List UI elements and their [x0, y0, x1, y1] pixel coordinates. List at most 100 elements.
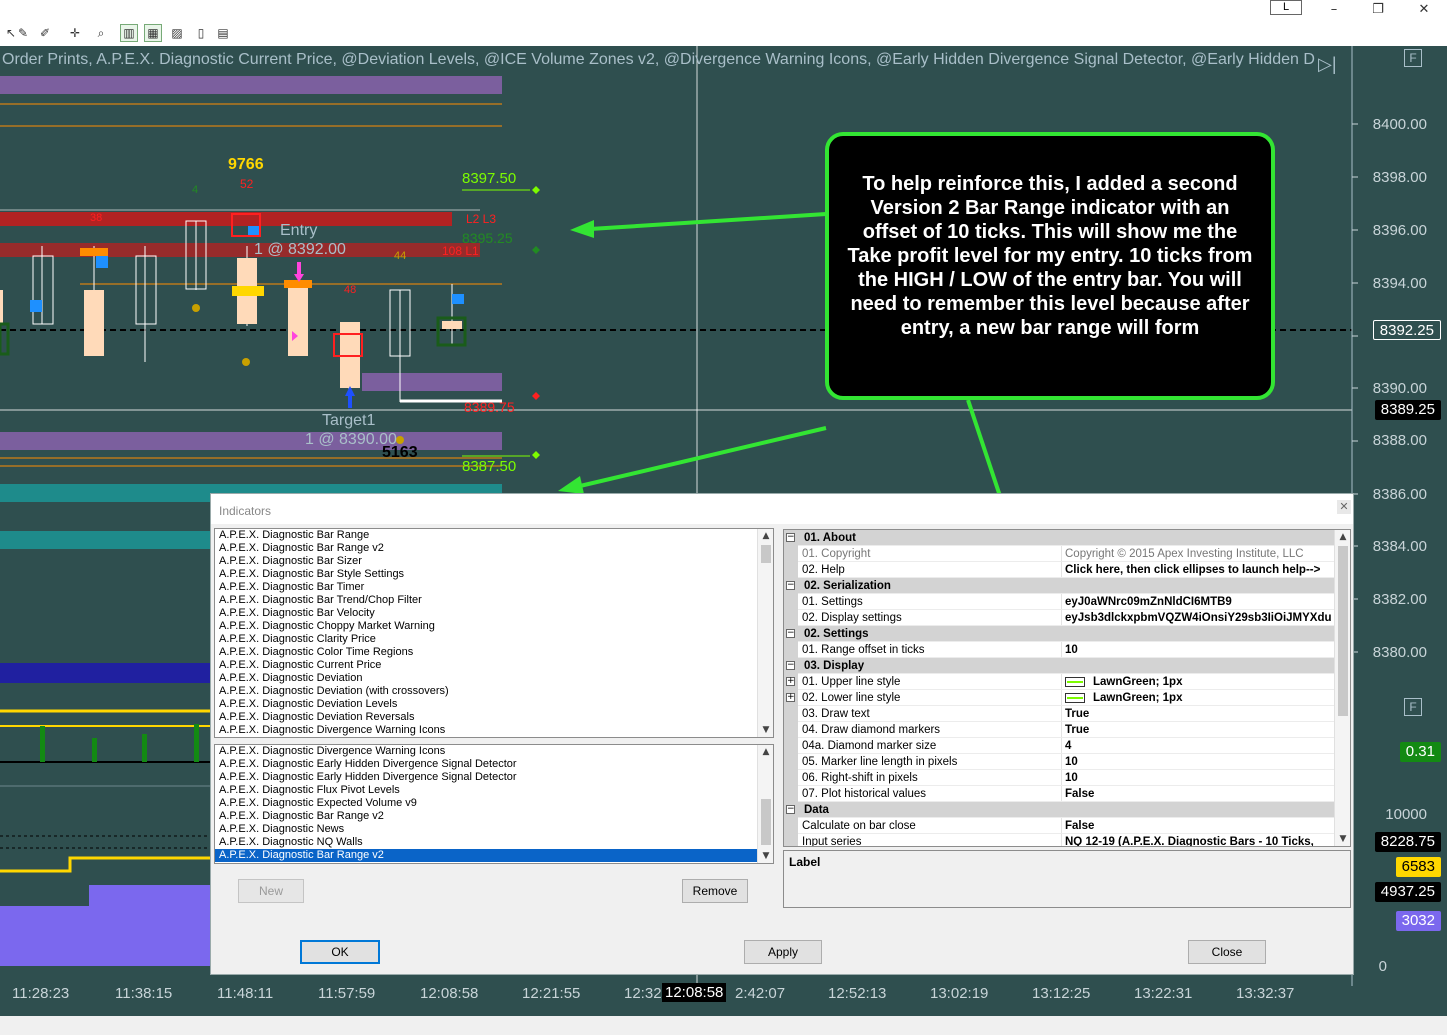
panel-float-button[interactable]: F — [1404, 49, 1422, 67]
property-value[interactable]: 10 — [1061, 770, 1336, 786]
property-row[interactable]: 06. Right-shift in pixels 10 — [784, 770, 1336, 786]
property-value[interactable]: 4 — [1061, 738, 1336, 754]
available-indicator-item[interactable]: A.P.E.X. Diagnostic Clarity Price — [215, 633, 773, 646]
collapse-icon[interactable]: − — [786, 629, 795, 638]
applied-indicator-item[interactable]: A.P.E.X. Diagnostic News — [215, 823, 773, 836]
collapse-icon[interactable]: − — [786, 661, 795, 670]
property-row[interactable]: 04a. Diamond marker size 4 — [784, 738, 1336, 754]
scroll-up-icon[interactable]: ▲ — [758, 529, 773, 543]
scroll-down-icon[interactable]: ▼ — [758, 849, 773, 863]
property-row[interactable]: 03. Draw text True — [784, 706, 1336, 722]
layout-button[interactable]: L — [1270, 0, 1302, 15]
available-indicator-item[interactable]: A.P.E.X. Diagnostic Color Time Regions — [215, 646, 773, 659]
property-value[interactable]: False — [1061, 786, 1336, 802]
applied-indicators-list[interactable]: A.P.E.X. Diagnostic Divergence Warning I… — [214, 744, 774, 864]
available-list-scrollbar[interactable]: ▲ ▼ — [757, 529, 773, 737]
scroll-up-icon[interactable]: ▲ — [758, 745, 773, 759]
scroll-up-icon[interactable]: ▲ — [1335, 530, 1350, 544]
property-row[interactable]: +02. Lower line style LawnGreen; 1px — [784, 690, 1336, 706]
pen-tool-icon[interactable]: ✎ — [14, 24, 32, 42]
property-row[interactable]: 01. Settings eyJ0aWNrc09mZnNldCI6MTB9 — [784, 594, 1336, 610]
data-box-icon[interactable]: ▯ — [192, 24, 210, 42]
available-indicator-item[interactable]: A.P.E.X. Diagnostic Deviation Reversals — [215, 711, 773, 724]
applied-indicator-item[interactable]: A.P.E.X. Diagnostic NQ Walls — [215, 836, 773, 849]
available-indicator-item[interactable]: A.P.E.X. Diagnostic Deviation — [215, 672, 773, 685]
collapse-icon[interactable]: − — [786, 805, 795, 814]
collapse-icon[interactable]: − — [786, 581, 795, 590]
property-row[interactable]: 02. Help Click here, then click ellipses … — [784, 562, 1336, 578]
property-row[interactable]: 04. Draw diamond markers True — [784, 722, 1336, 738]
property-value[interactable]: Copyright © 2015 Apex Investing Institut… — [1061, 546, 1336, 562]
available-indicator-item[interactable]: A.P.E.X. Diagnostic Bar Trend/Chop Filte… — [215, 594, 773, 607]
strategies-icon[interactable]: ▨ — [168, 24, 186, 42]
property-row[interactable]: 02. Display settings eyJsb3dlckxpbmVQZW4i… — [784, 610, 1336, 626]
property-row[interactable]: 05. Marker line length in pixels 10 — [784, 754, 1336, 770]
scroll-right-icon[interactable]: ▷| — [1318, 54, 1337, 75]
panel-float-button[interactable]: F — [1404, 698, 1422, 716]
minimize-icon[interactable]: – — [1311, 0, 1357, 18]
property-value[interactable]: 10 — [1061, 642, 1336, 658]
dialog-close-icon[interactable]: ✕ — [1337, 500, 1351, 514]
property-value[interactable]: 10 — [1061, 754, 1336, 770]
expand-icon[interactable]: + — [786, 693, 795, 702]
property-row[interactable]: 07. Plot historical values False — [784, 786, 1336, 802]
property-value[interactable]: eyJsb3dlckxpbmVQZW4iOnsiY29sb3IiOiJMYXdu — [1061, 610, 1336, 626]
properties-icon[interactable]: ▤ — [214, 24, 232, 42]
property-value[interactable]: NQ 12-19 (A.P.E.X. Diagnostic Bars - 10 … — [1061, 834, 1336, 846]
property-row[interactable]: 01. Copyright Copyright © 2015 Apex Inves… — [784, 546, 1336, 562]
new-button[interactable]: New — [238, 879, 304, 903]
applied-list-scrollbar[interactable]: ▲ ▼ — [757, 745, 773, 863]
scroll-down-icon[interactable]: ▼ — [758, 723, 773, 737]
restore-icon[interactable]: ❐ — [1355, 0, 1401, 18]
property-value[interactable]: Click here, then click ellipses to launc… — [1061, 562, 1336, 578]
applied-indicator-item[interactable]: A.P.E.X. Diagnostic Flux Pivot Levels — [215, 784, 773, 797]
available-indicator-item[interactable]: A.P.E.X. Diagnostic Bar Sizer — [215, 555, 773, 568]
property-category[interactable]: −02. Settings — [784, 626, 1336, 642]
ruler-tool-icon[interactable]: ✐ — [36, 24, 54, 42]
available-indicator-item[interactable]: A.P.E.X. Diagnostic Choppy Market Warnin… — [215, 620, 773, 633]
property-value[interactable]: LawnGreen; 1px — [1061, 690, 1336, 706]
property-value[interactable]: eyJ0aWNrc09mZnNldCI6MTB9 — [1061, 594, 1336, 610]
property-value[interactable]: False — [1061, 818, 1336, 834]
available-indicator-item[interactable]: A.P.E.X. Diagnostic Deviation Levels — [215, 698, 773, 711]
crosshair-icon[interactable]: ✛ — [66, 24, 84, 42]
property-grid-scrollbar[interactable]: ▲ ▼ — [1334, 530, 1350, 846]
bar-type-icon[interactable]: ▥ — [120, 24, 138, 42]
available-indicator-item[interactable]: A.P.E.X. Diagnostic Bar Timer — [215, 581, 773, 594]
applied-indicator-item[interactable]: A.P.E.X. Diagnostic Early Hidden Diverge… — [215, 758, 773, 771]
property-category[interactable]: − Data — [784, 802, 1336, 818]
available-indicator-item[interactable]: A.P.E.X. Diagnostic Current Price — [215, 659, 773, 672]
scroll-down-icon[interactable]: ▼ — [1335, 832, 1350, 846]
available-indicator-item[interactable]: A.P.E.X. Diagnostic Bar Range — [215, 529, 773, 542]
apply-button[interactable]: Apply — [744, 940, 822, 964]
applied-indicator-item[interactable]: A.P.E.X. Diagnostic Bar Range v2 — [215, 849, 773, 862]
property-grid[interactable]: −01. About 01. Copyright Copyright © 2015 … — [783, 529, 1351, 847]
close-button[interactable]: Close — [1188, 940, 1266, 964]
available-indicator-item[interactable]: A.P.E.X. Diagnostic Divergence Warning I… — [215, 724, 773, 737]
property-value[interactable]: LawnGreen; 1px — [1061, 674, 1336, 690]
available-indicator-item[interactable]: A.P.E.X. Diagnostic Bar Style Settings — [215, 568, 773, 581]
ok-button[interactable]: OK — [300, 940, 380, 964]
available-indicator-item[interactable]: A.P.E.X. Diagnostic Bar Range v2 — [215, 542, 773, 555]
applied-indicator-item[interactable]: A.P.E.X. Diagnostic Bar Range v2 — [215, 810, 773, 823]
zoom-icon[interactable]: ⌕ — [92, 24, 110, 42]
property-value[interactable]: True — [1061, 706, 1336, 722]
available-indicator-item[interactable]: A.P.E.X. Diagnostic Deviation (with cros… — [215, 685, 773, 698]
property-row[interactable]: Input series NQ 12-19 (A.P.E.X. Diagnosti… — [784, 834, 1336, 846]
close-icon[interactable]: ✕ — [1401, 0, 1447, 18]
applied-indicator-item[interactable]: A.P.E.X. Diagnostic Divergence Warning I… — [215, 745, 773, 758]
property-category[interactable]: −01. About — [784, 530, 1336, 546]
property-category[interactable]: −02. Serialization — [784, 578, 1336, 594]
indicators-icon[interactable]: ▦ — [144, 24, 162, 42]
property-category[interactable]: −03. Display — [784, 658, 1336, 674]
expand-icon[interactable]: + — [786, 677, 795, 686]
applied-indicator-item[interactable]: A.P.E.X. Diagnostic Expected Volume v9 — [215, 797, 773, 810]
property-row[interactable]: +01. Upper line style LawnGreen; 1px — [784, 674, 1336, 690]
remove-button[interactable]: Remove — [682, 879, 748, 903]
collapse-icon[interactable]: − — [786, 533, 795, 542]
applied-indicator-item[interactable]: A.P.E.X. Diagnostic Early Hidden Diverge… — [215, 771, 773, 784]
property-value[interactable]: True — [1061, 722, 1336, 738]
property-row[interactable]: 01. Range offset in ticks 10 — [784, 642, 1336, 658]
available-indicators-list[interactable]: A.P.E.X. Diagnostic Bar Range A.P.E.X. Di… — [214, 528, 774, 738]
available-indicator-item[interactable]: A.P.E.X. Diagnostic Bar Velocity — [215, 607, 773, 620]
